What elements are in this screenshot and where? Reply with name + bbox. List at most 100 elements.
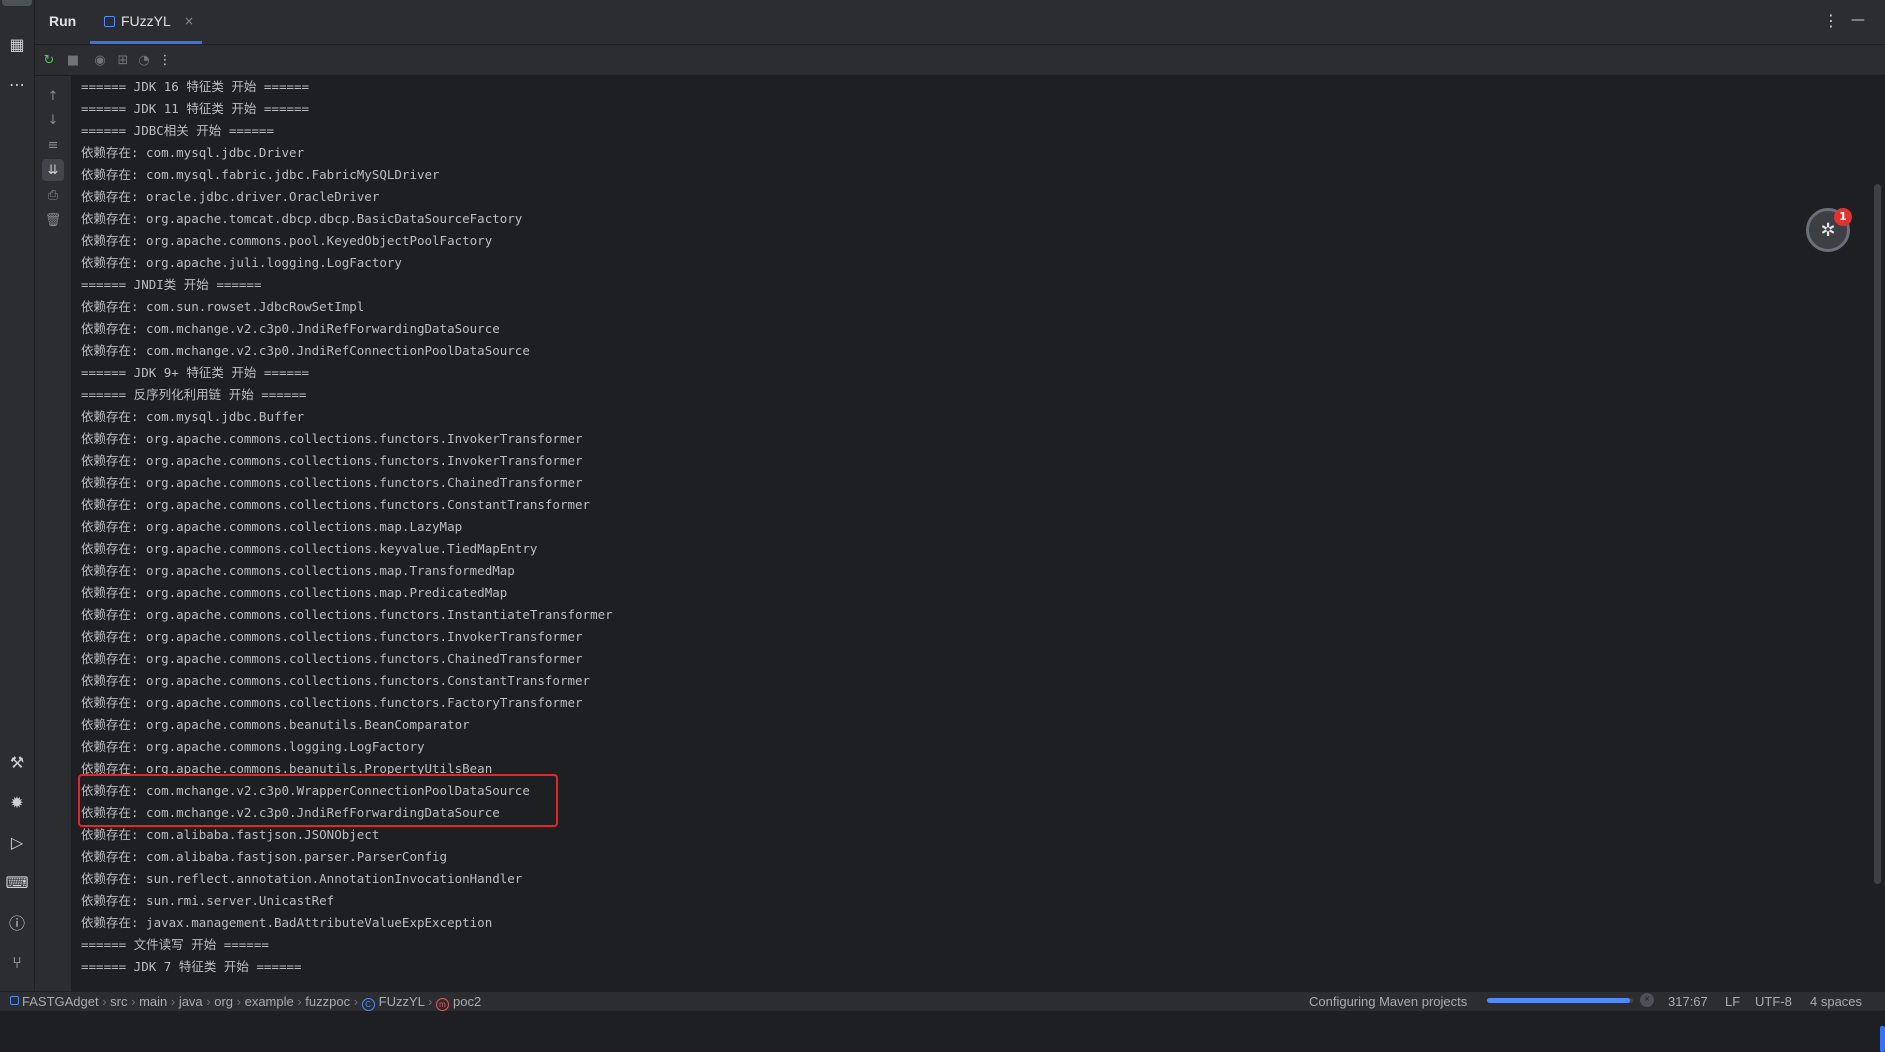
breadcrumb-label: src <box>110 994 128 1009</box>
print-icon[interactable]: ⎙ <box>42 184 64 206</box>
structure-icon[interactable]: ▦ <box>4 31 30 57</box>
console-line: 依赖存在: sun.reflect.annotation.AnnotationI… <box>81 871 523 886</box>
console-line: 依赖存在: org.apache.commons.pool.KeyedObjec… <box>81 233 493 248</box>
notification-badge: 1 <box>1834 208 1852 226</box>
line-separator[interactable]: LF <box>1725 994 1740 1009</box>
file-encoding[interactable]: UTF-8 <box>1755 994 1792 1009</box>
breadcrumb-item[interactable]: fuzzpoc <box>305 994 350 1009</box>
scroll-down-icon[interactable]: ↓ <box>42 109 64 131</box>
console-line: 依赖存在: com.mysql.jdbc.Driver <box>81 145 305 160</box>
chevron-right-icon: › <box>167 994 179 1009</box>
chevron-right-icon: › <box>293 994 306 1009</box>
close-tab-icon[interactable]: × <box>184 14 194 28</box>
console-line: 依赖存在: org.apache.commons.collections.key… <box>81 541 538 556</box>
breadcrumb-item[interactable]: main <box>139 994 167 1009</box>
project-icon <box>10 996 19 1005</box>
tab-label: FUzzYL <box>121 13 171 29</box>
git-branch-icon[interactable]: ⑂ <box>4 949 30 975</box>
services-icon[interactable]: ▷ <box>4 829 30 855</box>
console-line: ====== JNDI类 开始 ====== <box>81 277 262 292</box>
console-line: 依赖存在: oracle.jdbc.driver.OracleDriver <box>81 189 380 204</box>
minimize-icon[interactable]: — <box>1851 12 1865 28</box>
breadcrumb: FASTGAdget › src › main › java › org › e… <box>10 994 481 1011</box>
restore-layout-icon[interactable]: ⊞ <box>113 50 133 70</box>
status-bar: FASTGAdget › src › main › java › org › e… <box>0 991 1885 1011</box>
run-tool-window-header: Run FUzzYL × ⋮ — <box>35 0 1885 45</box>
console-line: 依赖存在: org.apache.commons.collections.fun… <box>81 475 583 490</box>
breadcrumb-label: FASTGAdget <box>22 994 99 1009</box>
problems-icon[interactable]: ⓘ <box>4 909 30 935</box>
progress-bar <box>1487 998 1633 1003</box>
options-menu-icon[interactable]: ⋮ <box>1823 11 1839 30</box>
terminal-icon[interactable]: ⌨ <box>4 869 30 895</box>
scroll-up-icon[interactable]: ↑ <box>42 85 64 107</box>
scroll-to-end-icon[interactable]: ⇊ <box>42 159 64 181</box>
run-config-icon <box>104 16 115 27</box>
console-line: 依赖存在: com.mysql.jdbc.Buffer <box>81 409 305 424</box>
soft-wrap-icon[interactable]: ≡ <box>42 134 64 156</box>
cursor-position[interactable]: 317:67 <box>1668 994 1708 1009</box>
class-icon: C <box>361 998 375 1011</box>
console-line: ====== JDK 9+ 特征类 开始 ====== <box>81 365 310 380</box>
console-line: 依赖存在: org.apache.commons.collections.fun… <box>81 629 583 644</box>
scroll-marker <box>1880 1026 1885 1052</box>
breadcrumb-item[interactable]: src <box>110 994 127 1009</box>
settings-gauge-icon[interactable]: ◔ <box>134 50 154 70</box>
chevron-right-icon: › <box>424 994 436 1009</box>
breadcrumb-item[interactable]: C FUzzYL <box>361 994 425 1011</box>
breadcrumb-label: example <box>244 994 294 1009</box>
debug-bug-icon[interactable]: ✹ <box>4 789 30 815</box>
console-line: 依赖存在: org.apache.commons.collections.fun… <box>81 607 613 622</box>
console-line: ====== JDK 11 特征类 开始 ====== <box>81 101 310 116</box>
console-line: ====== 文件读写 开始 ====== <box>81 937 269 952</box>
chevron-right-icon: › <box>233 994 245 1009</box>
console-line: 依赖存在: sun.rmi.server.UnicastRef <box>81 893 335 908</box>
camera-snapshot-icon[interactable]: ◉ <box>90 50 110 70</box>
breadcrumb-item[interactable]: org <box>214 994 233 1009</box>
console-line: ====== JDK 7 特征类 开始 ====== <box>81 959 302 974</box>
breadcrumb-item[interactable]: m poc2 <box>435 994 482 1011</box>
console-line: 依赖存在: com.mchange.v2.c3p0.JndiRefConnect… <box>81 343 530 358</box>
console-line: 依赖存在: org.apache.commons.collections.fun… <box>81 497 591 512</box>
left-tool-window-bar: ▦ ⋯ ⚒ ✹ ▷ ⌨ ⓘ ⑂ <box>0 0 35 991</box>
rerun-icon[interactable]: ↻ <box>39 50 59 70</box>
stop-icon[interactable]: ■ <box>63 50 83 70</box>
active-tool-indicator <box>2 0 32 6</box>
console-line: 依赖存在: com.sun.rowset.JdbcRowSetImpl <box>81 299 365 314</box>
clear-trash-icon[interactable]: 🗑 <box>42 209 64 231</box>
background-task-label[interactable]: Configuring Maven projects <box>1309 994 1467 1009</box>
console-scrollbar[interactable] <box>1867 76 1885 1052</box>
scrollbar-thumb[interactable] <box>1874 184 1881 884</box>
method-icon: m <box>435 998 449 1011</box>
breadcrumb-item[interactable]: example <box>245 994 294 1009</box>
console-line: 依赖存在: org.apache.commons.collections.fun… <box>81 651 583 666</box>
run-window-title: Run <box>49 13 77 29</box>
console-line: ====== JDBC相关 开始 ====== <box>81 123 274 138</box>
more-tools-icon[interactable]: ⋯ <box>4 71 30 97</box>
breadcrumb-label: main <box>139 994 168 1009</box>
console-line: 依赖存在: com.mchange.v2.c3p0.JndiRefForward… <box>81 321 500 336</box>
breadcrumb-label: fuzzpoc <box>305 994 351 1009</box>
breadcrumb-label: poc2 <box>452 994 482 1009</box>
breadcrumb-item[interactable]: java <box>179 994 203 1009</box>
console-line: 依赖存在: com.alibaba.fastjson.JSONObject <box>81 827 380 842</box>
cancel-task-icon[interactable]: × <box>1640 993 1654 1007</box>
console-line: 依赖存在: com.alibaba.fastjson.parser.Parser… <box>81 849 448 864</box>
more-actions-icon[interactable]: ⋮ <box>155 50 175 70</box>
indent-setting[interactable]: 4 spaces <box>1810 994 1862 1009</box>
breadcrumb-label: java <box>178 994 203 1009</box>
console-line: 依赖存在: org.apache.commons.collections.fun… <box>81 673 591 688</box>
breadcrumb-item[interactable]: FASTGAdget <box>10 994 99 1009</box>
console-line: 依赖存在: org.apache.juli.logging.LogFactory <box>81 255 402 270</box>
tab-fuzzyl[interactable]: FUzzYL × <box>90 0 202 44</box>
console-line: 依赖存在: org.apache.tomcat.dbcp.dbcp.BasicD… <box>81 211 523 226</box>
console-line: ====== 反序列化利用链 开始 ====== <box>81 387 307 402</box>
console-line: 依赖存在: org.apache.commons.collections.map… <box>81 519 463 534</box>
build-hammer-icon[interactable]: ⚒ <box>4 749 30 775</box>
breadcrumb-label: FUzzYL <box>378 994 425 1009</box>
console-line: ====== JDK 16 特征类 开始 ====== <box>81 79 310 94</box>
console-output[interactable]: ====== JDK 16 特征类 开始 ====== ====== JDK 11… <box>72 76 1867 981</box>
console-line: 依赖存在: org.apache.commons.collections.fun… <box>81 431 583 446</box>
console-line: 依赖存在: org.apache.commons.collections.map… <box>81 585 508 600</box>
chevron-right-icon: › <box>98 994 111 1009</box>
